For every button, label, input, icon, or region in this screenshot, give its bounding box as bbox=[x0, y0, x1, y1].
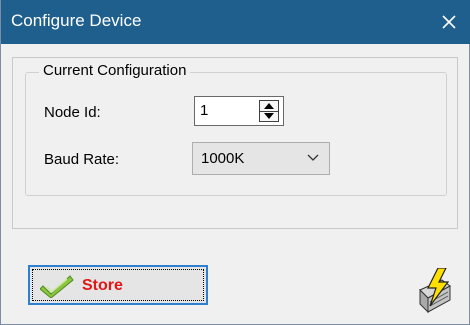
baud-rate-label: Baud Rate: bbox=[44, 151, 120, 168]
spin-down-button[interactable] bbox=[260, 111, 278, 121]
chevron-down-icon bbox=[307, 154, 319, 161]
title-bar: Configure Device bbox=[1, 0, 470, 44]
group-legend: Current Configuration bbox=[39, 61, 191, 81]
spin-up-icon bbox=[264, 103, 274, 109]
store-button[interactable]: Store bbox=[28, 265, 208, 305]
check-icon bbox=[40, 275, 74, 298]
baud-rate-select[interactable]: 1000K bbox=[192, 142, 330, 175]
current-configuration-group bbox=[25, 72, 447, 196]
close-icon bbox=[442, 15, 456, 29]
node-id-spinner[interactable]: 1 bbox=[194, 96, 284, 126]
configure-device-window: Configure Device Current Configuration N… bbox=[0, 0, 470, 325]
spinner-buttons bbox=[259, 100, 279, 122]
close-button[interactable] bbox=[427, 0, 470, 44]
node-id-value[interactable]: 1 bbox=[200, 101, 208, 121]
device-lightning-icon[interactable] bbox=[412, 268, 458, 314]
window-title: Configure Device bbox=[11, 11, 142, 30]
node-id-label: Node Id: bbox=[44, 104, 101, 121]
spin-down-icon bbox=[264, 113, 274, 119]
store-label: Store bbox=[82, 277, 123, 294]
baud-rate-value: 1000K bbox=[201, 150, 245, 167]
